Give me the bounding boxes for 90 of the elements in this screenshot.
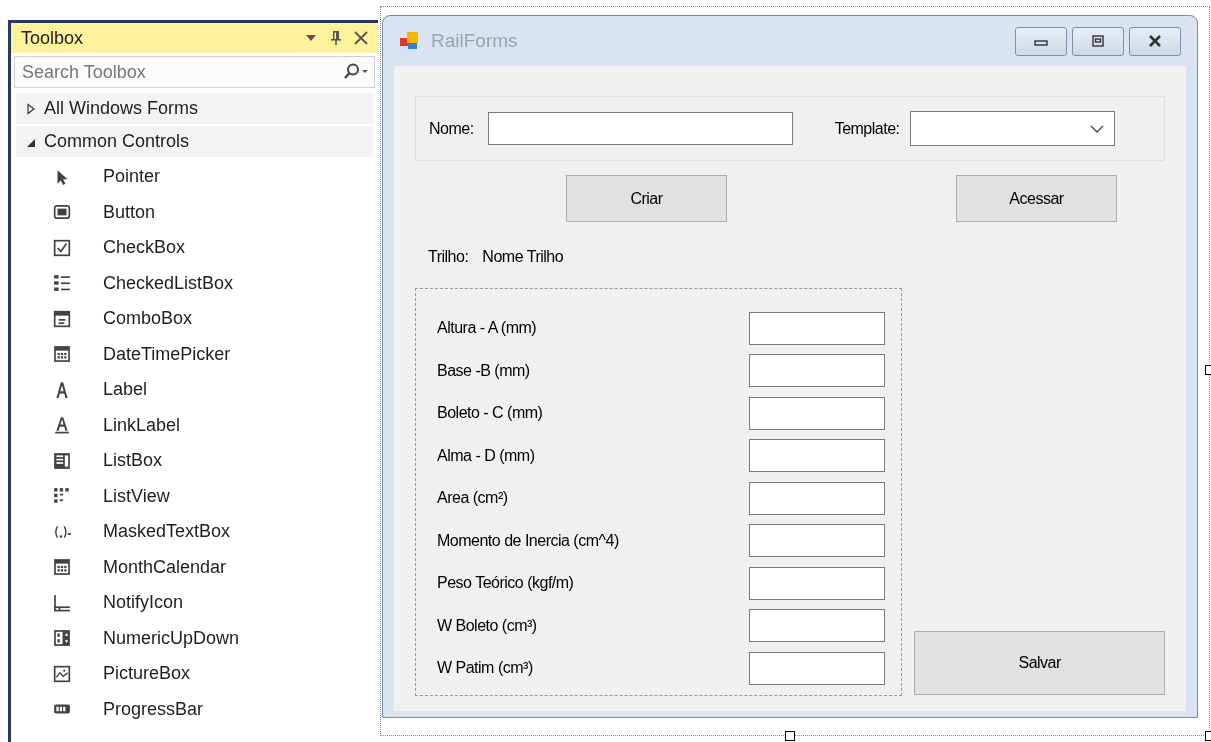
item-label: ListView (103, 484, 170, 508)
toolbox-item[interactable]: Label (11, 372, 378, 408)
item-label: Pointer (103, 165, 161, 189)
close-icon[interactable] (354, 31, 368, 45)
item-label: MaskedTextBox (103, 520, 231, 544)
field-label: Area (cm²) (437, 488, 509, 509)
picture-icon (53, 664, 71, 683)
template-dropdown[interactable] (909, 111, 1115, 146)
toolbox-group-header[interactable]: Common Controls (16, 126, 373, 157)
value-input[interactable] (749, 566, 885, 600)
item-label: ListBox (103, 449, 163, 473)
toolbox-item[interactable]: DateTimePicker (11, 336, 378, 372)
toolbox-item[interactable]: ComboBox (11, 301, 378, 337)
tray-icon (53, 593, 71, 612)
toolbox-item[interactable]: CheckBox (11, 230, 378, 266)
spinner-icon (53, 629, 71, 648)
name-input[interactable] (487, 112, 793, 145)
toolbox-item[interactable]: LinkLabel (11, 407, 378, 443)
value-input[interactable] (749, 651, 885, 685)
toolbox-item[interactable]: NotifyIcon (11, 585, 378, 621)
value-input[interactable] (749, 354, 885, 388)
item-label: PictureBox (103, 662, 191, 686)
underlined-letter-icon (53, 416, 71, 435)
field-label: Alma - D (mm) (437, 445, 536, 466)
combobox-icon (53, 309, 71, 328)
toolbox-item[interactable]: PictureBox (11, 656, 378, 692)
search-icon[interactable] (342, 63, 368, 81)
pin-icon[interactable] (330, 30, 342, 46)
minimize-button[interactable] (1015, 26, 1067, 56)
value-input[interactable] (749, 439, 885, 473)
item-label: NotifyIcon (103, 591, 184, 615)
item-label: LinkLabel (103, 413, 181, 437)
letter-icon (53, 380, 71, 399)
maximize-button[interactable] (1072, 26, 1124, 56)
field-label: Nome: (429, 118, 474, 139)
calendar-icon (53, 345, 71, 364)
checkbox-icon (53, 238, 71, 257)
rail-label: Trilho: (428, 247, 469, 267)
button-icon (53, 203, 71, 222)
close-icon[interactable] (1147, 35, 1163, 47)
resize-handle[interactable] (785, 731, 795, 741)
listbox-icon (53, 451, 71, 470)
item-label: CheckBox (103, 236, 186, 260)
close-button[interactable] (1129, 26, 1181, 56)
toolbox-item[interactable]: ProgressBar (11, 691, 378, 727)
toolbox-item[interactable]: ListView (11, 478, 378, 514)
app-icon (399, 30, 421, 52)
value-input[interactable] (749, 524, 885, 558)
maximize-icon[interactable] (1090, 35, 1106, 47)
field-label: Momento de Inercia (cm^4) (437, 530, 620, 551)
calendar-icon (53, 558, 71, 577)
item-label: Button (103, 200, 156, 224)
field-label: W Patim (cm³) (437, 658, 534, 679)
value-input[interactable] (749, 396, 885, 430)
field-label: Template: (834, 118, 900, 139)
value-input[interactable] (749, 609, 885, 643)
value-input[interactable] (749, 311, 885, 345)
window-title: RailForms (431, 28, 518, 53)
toolbox-item[interactable]: ListBox (11, 443, 378, 479)
field-label: Base -B (mm) (437, 360, 531, 381)
save-button[interactable]: Salvar (914, 631, 1165, 695)
toolbox-item[interactable]: NumericUpDown (11, 620, 378, 656)
panel-title: Toolbox (21, 26, 84, 50)
item-label: NumericUpDown (103, 626, 240, 650)
dropdown-icon[interactable] (306, 35, 316, 41)
toolbox-item[interactable]: MonthCalendar (11, 549, 378, 585)
toolbox-item[interactable]: MaskedTextBox (11, 514, 378, 550)
value-input[interactable] (749, 481, 885, 515)
item-label: ProgressBar (103, 697, 204, 721)
field-label: Boleto - C (mm) (437, 403, 544, 424)
collapsed-triangle-icon[interactable] (26, 102, 36, 115)
item-label: DateTimePicker (103, 342, 231, 366)
field-label: W Boleto (cm³) (437, 615, 538, 636)
item-label: MonthCalendar (103, 555, 227, 579)
item-label: ComboBox (103, 307, 193, 331)
grid-dots-icon (53, 487, 71, 506)
chevron-down-icon[interactable] (1089, 124, 1104, 133)
access-button[interactable]: Acessar (956, 175, 1117, 222)
toolbox-group-header[interactable]: All Windows Forms (16, 93, 373, 124)
checklist-icon (53, 274, 71, 293)
field-label: Peso Teórico (kgf/m) (437, 573, 575, 594)
toolbox-item[interactable]: Pointer (11, 159, 378, 195)
item-label: CheckedListBox (103, 271, 234, 295)
item-label: Label (103, 378, 148, 402)
rail-name: Nome Trilho (482, 247, 564, 267)
create-button[interactable]: Criar (566, 175, 727, 222)
toolbox-item[interactable]: CheckedListBox (11, 265, 378, 301)
search-field[interactable]: Search Toolbox (14, 56, 375, 88)
toolbox-item[interactable]: Button (11, 194, 378, 230)
field-label: Altura - A (mm) (437, 318, 538, 339)
